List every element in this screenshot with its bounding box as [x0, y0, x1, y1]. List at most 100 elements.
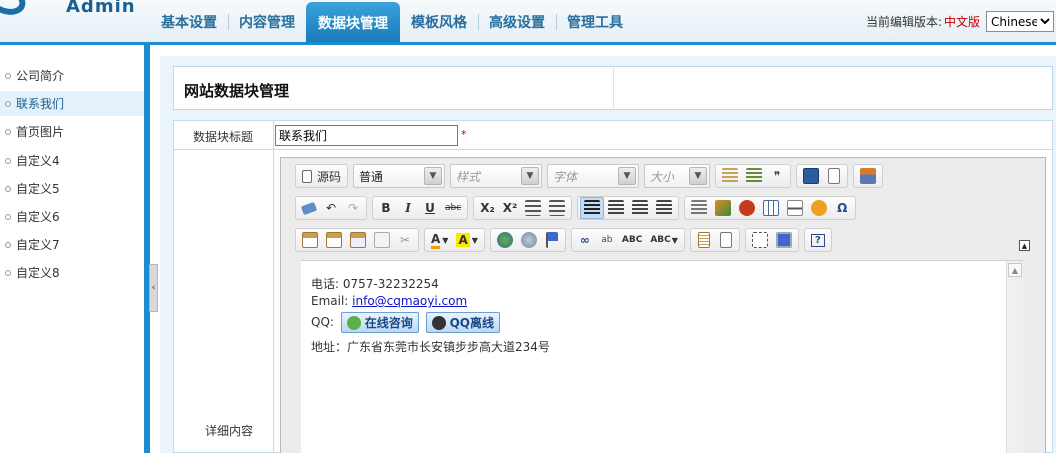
tab-content-management[interactable]: 内容管理 [228, 0, 306, 44]
toolbar-row-3: ✂ A ▼ A ▼ ∞ ab ABC ABC ▼ ? [295, 228, 837, 252]
phone-line: 电话: 0757-32232254 [311, 277, 439, 291]
indent-button[interactable] [742, 165, 766, 187]
bullet-icon [5, 213, 11, 220]
editor-scrollbar[interactable]: ▲ [1006, 261, 1023, 453]
smiley-button[interactable] [807, 197, 831, 219]
sidebar-item-custom-8[interactable]: 自定义8 [0, 260, 144, 285]
bulleted-list-button[interactable] [545, 197, 569, 219]
new-page-button[interactable] [823, 165, 845, 187]
spellcheck-button[interactable]: ABC [618, 229, 646, 251]
ordered-list-button[interactable] [521, 197, 545, 219]
format-combo[interactable]: 普通 ▼ [353, 164, 446, 188]
eraser-button[interactable] [298, 197, 320, 219]
font-combo[interactable]: 字体 ▼ [547, 164, 640, 188]
superscript-icon: X² [502, 201, 518, 215]
style-combo[interactable]: 样式 ▼ [450, 164, 543, 188]
find-group: ∞ ab ABC ABC ▼ [570, 228, 685, 252]
paste-button[interactable] [298, 229, 322, 251]
align-left-button[interactable] [580, 197, 605, 219]
bullet-icon [5, 128, 11, 135]
bulleted-list-icon [549, 200, 566, 216]
align-center-icon [608, 200, 625, 216]
sidebar-item-label: 自定义5 [16, 182, 60, 196]
page-break-button[interactable] [687, 197, 711, 219]
select-all-icon [751, 232, 768, 248]
align-justify-button[interactable] [652, 197, 676, 219]
title-separator [613, 67, 614, 109]
preview-button[interactable] [715, 229, 737, 251]
clipboard-group: ✂ [295, 228, 419, 252]
tab-template-style[interactable]: 模板风格 [400, 0, 478, 44]
email-link[interactable]: info@cqmaoyi.com [352, 294, 467, 308]
image-button[interactable] [711, 197, 735, 219]
sidebar-item-contact-us[interactable]: 联系我们 [0, 91, 144, 116]
italic-button[interactable]: I [397, 197, 419, 219]
sidebar-item-custom-6[interactable]: 自定义6 [0, 204, 144, 229]
qq-offline-button[interactable]: QQ离线 [425, 312, 501, 333]
replace-button[interactable]: ab [596, 229, 618, 251]
align-center-button[interactable] [604, 197, 628, 219]
unlink-button[interactable] [517, 229, 541, 251]
strikethrough-button[interactable]: abc [441, 197, 465, 219]
tab-management-tools[interactable]: 管理工具 [556, 0, 634, 44]
sidebar-item-custom-7[interactable]: 自定义7 [0, 232, 144, 257]
tab-advanced-settings[interactable]: 高级设置 [478, 0, 556, 44]
sidebar-item-custom-4[interactable]: 自定义4 [0, 148, 144, 173]
bullet-icon [5, 269, 11, 276]
copy-button[interactable] [370, 229, 394, 251]
save-button[interactable] [799, 165, 823, 187]
bullet-icon [5, 100, 11, 107]
background-color-icon: A [456, 233, 470, 247]
print-button[interactable] [856, 165, 880, 187]
preview-icon [719, 232, 732, 248]
align-left-icon [584, 200, 601, 216]
collapse-toolbar-button[interactable]: ▲ [1019, 240, 1030, 251]
help-icon: ? [811, 233, 825, 247]
help-button[interactable]: ? [807, 229, 829, 251]
language-select[interactable]: Chinese [986, 11, 1054, 32]
toolbar-row-2: ↶ ↷ B I U abc X₂ X² Ω [295, 196, 861, 220]
qq-online-button[interactable]: 在线咨询 [340, 312, 419, 333]
background-color-button[interactable]: A ▼ [452, 229, 481, 251]
blockquote-button[interactable]: ❞ [766, 165, 788, 187]
cut-button[interactable]: ✂ [394, 229, 416, 251]
select-all-button[interactable] [748, 229, 772, 251]
sidebar-item-home-images[interactable]: 首页图片 [0, 119, 144, 144]
spellcheck-dropdown-button[interactable]: ABC ▼ [646, 229, 682, 251]
chevron-down-icon: ▼ [471, 235, 478, 245]
undo-button[interactable]: ↶ [320, 197, 342, 219]
editor-inner: 源码 普通 ▼ 样式 ▼ 字体 ▼ 大小 ▼ ❞ ↶ ↷ B I U abc X… [287, 162, 1033, 453]
title-input[interactable] [275, 125, 458, 146]
subscript-icon: X₂ [480, 201, 495, 215]
superscript-button[interactable]: X² [499, 197, 522, 219]
anchor-button[interactable] [541, 229, 563, 251]
editor-content[interactable]: 电话: 0757-32232254 Email: info@cqmaoyi.co… [301, 260, 1023, 453]
scroll-up-icon[interactable]: ▲ [1008, 263, 1022, 277]
paste-word-button[interactable] [346, 229, 370, 251]
quote-icon: ❞ [773, 169, 781, 183]
table-button[interactable] [759, 197, 783, 219]
tab-data-block-management[interactable]: 数据块管理 [306, 2, 400, 44]
tab-basic-settings[interactable]: 基本设置 [150, 0, 228, 44]
link-button[interactable] [493, 229, 517, 251]
sidebar-item-company-profile[interactable]: 公司简介 [0, 63, 144, 88]
source-button[interactable]: 源码 [298, 165, 345, 187]
templates-button[interactable] [693, 229, 715, 251]
align-right-button[interactable] [628, 197, 652, 219]
underline-button[interactable]: U [419, 197, 441, 219]
find-button[interactable]: ∞ [574, 229, 596, 251]
email-line: Email: info@cqmaoyi.com [311, 294, 467, 308]
bold-button[interactable]: B [375, 197, 397, 219]
redo-button[interactable]: ↷ [342, 197, 364, 219]
size-combo[interactable]: 大小 ▼ [644, 164, 711, 188]
subscript-button[interactable]: X₂ [476, 197, 499, 219]
special-char-button[interactable]: Ω [831, 197, 853, 219]
text-color-button[interactable]: A ▼ [427, 229, 452, 251]
horizontal-rule-button[interactable] [783, 197, 807, 219]
sidebar-item-custom-5[interactable]: 自定义5 [0, 176, 144, 201]
paste-text-button[interactable] [322, 229, 346, 251]
show-blocks-button[interactable] [772, 229, 796, 251]
collapse-sidebar-button[interactable]: ‹ [149, 264, 158, 312]
flash-button[interactable] [735, 197, 759, 219]
outdent-button[interactable] [718, 165, 742, 187]
